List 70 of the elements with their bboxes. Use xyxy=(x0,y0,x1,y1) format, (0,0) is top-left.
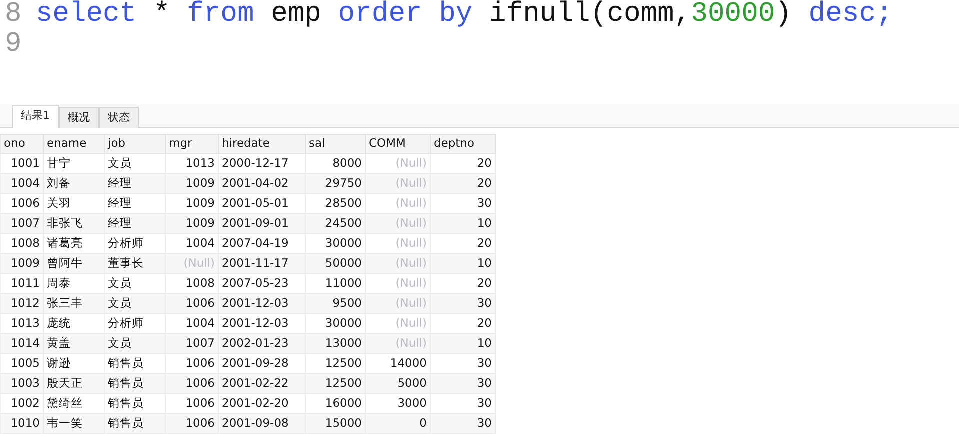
table-cell: 12500 xyxy=(306,374,366,394)
result-tab[interactable]: 状态 xyxy=(99,107,139,128)
table-cell: (Null) xyxy=(366,334,430,354)
table-cell: (Null) xyxy=(366,214,430,234)
table-cell: 1009 xyxy=(166,174,218,194)
table-cell: 2001-09-01 xyxy=(218,214,306,234)
table-cell: 2001-12-03 xyxy=(218,294,306,314)
table-cell: 刘备 xyxy=(44,174,104,194)
table-cell: 20 xyxy=(430,174,496,194)
column-header[interactable]: deptno xyxy=(430,134,496,154)
table-cell: 销售员 xyxy=(104,414,166,434)
table-cell: 1006 xyxy=(166,294,218,314)
table-cell: 1007 xyxy=(0,214,44,234)
line-number: 9 xyxy=(5,30,22,60)
result-tab[interactable]: 概况 xyxy=(59,107,99,128)
table-cell: 30 xyxy=(430,414,496,434)
column-header[interactable]: hiredate xyxy=(218,134,306,154)
table-cell: 文员 xyxy=(104,334,166,354)
column-header[interactable]: ono xyxy=(0,134,44,154)
table-cell: 1012 xyxy=(0,294,44,314)
table-cell: 1009 xyxy=(0,254,44,274)
table-cell: 10 xyxy=(430,334,496,354)
table-cell: (Null) xyxy=(366,254,430,274)
table-cell: 10 xyxy=(430,254,496,274)
table-cell: 韦一笑 xyxy=(44,414,104,434)
table-cell: 24500 xyxy=(306,214,366,234)
table-cell: 文员 xyxy=(104,294,166,314)
table-cell: (Null) xyxy=(366,174,430,194)
table-cell: 0 xyxy=(366,414,430,434)
table-cell: 2002-01-23 xyxy=(218,334,306,354)
table-cell: 50000 xyxy=(306,254,366,274)
table-cell: 13000 xyxy=(306,334,366,354)
table-cell: 1014 xyxy=(0,334,44,354)
table-cell: 销售员 xyxy=(104,374,166,394)
table-cell: 经理 xyxy=(104,174,166,194)
table-cell: 1003 xyxy=(0,374,44,394)
table-cell: 张三丰 xyxy=(44,294,104,314)
table-cell: 30 xyxy=(430,294,496,314)
table-cell: 1009 xyxy=(166,214,218,234)
table-cell: 曾阿牛 xyxy=(44,254,104,274)
column-header[interactable]: job xyxy=(104,134,166,154)
table-cell: 黄盖 xyxy=(44,334,104,354)
column-header[interactable]: sal xyxy=(306,134,366,154)
table-cell: 1004 xyxy=(0,174,44,194)
column-header[interactable]: COMM xyxy=(366,134,430,154)
table-cell: 1010 xyxy=(0,414,44,434)
table-cell: 非张飞 xyxy=(44,214,104,234)
table-cell: 1006 xyxy=(166,374,218,394)
table-cell: 9500 xyxy=(306,294,366,314)
table-cell: 董事长 xyxy=(104,254,166,274)
column-header[interactable]: ename xyxy=(44,134,104,154)
table-cell: 10 xyxy=(430,214,496,234)
table-cell: 1007 xyxy=(166,334,218,354)
table-cell: 1006 xyxy=(166,414,218,434)
line-number: 8 xyxy=(5,0,22,30)
table-cell: 5000 xyxy=(366,374,430,394)
table-cell: 2001-09-08 xyxy=(218,414,306,434)
result-tab[interactable]: 结果1 xyxy=(12,105,59,128)
table-cell: 2001-11-17 xyxy=(218,254,306,274)
table-cell: 殷天正 xyxy=(44,374,104,394)
table-cell: 30 xyxy=(430,374,496,394)
code-line: select * from emp order by ifnull(comm,30000) desc; xyxy=(36,0,893,30)
table-cell: 15000 xyxy=(306,414,366,434)
table-cell: 2001-02-22 xyxy=(218,374,306,394)
table-cell: 2001-04-02 xyxy=(218,174,306,194)
table-cell: (Null) xyxy=(366,294,430,314)
table-cell: 经理 xyxy=(104,214,166,234)
column-header[interactable]: mgr xyxy=(166,134,218,154)
table-cell: (Null) xyxy=(166,254,218,274)
table-cell: 29750 xyxy=(306,174,366,194)
